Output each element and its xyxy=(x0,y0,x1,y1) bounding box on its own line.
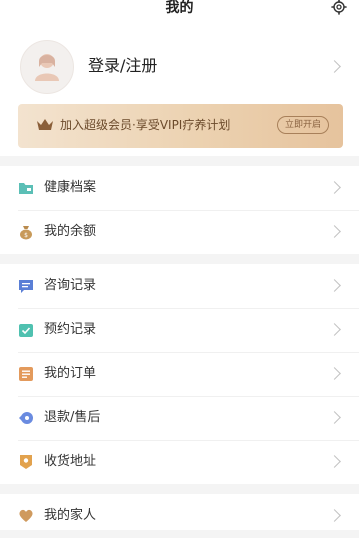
heart-icon xyxy=(19,509,33,522)
chevron-right-icon xyxy=(328,411,341,424)
chevron-right-icon xyxy=(328,509,341,522)
svg-text:$: $ xyxy=(24,232,28,239)
crown-icon xyxy=(37,119,53,130)
menu-group-records: 咨询记录 预约记录 我的订单 退款/售后 收货地址 xyxy=(0,264,359,484)
vip-banner[interactable]: 加入超级会员·享受VIPI疗养计划 立即开启 xyxy=(18,104,343,148)
menu-item-label: 预约记录 xyxy=(44,322,97,337)
chevron-right-icon xyxy=(328,367,341,380)
menu-item-label: 健康档案 xyxy=(44,180,97,195)
chat-icon xyxy=(19,280,33,293)
location-icon xyxy=(20,455,32,469)
chevron-right-icon xyxy=(328,181,341,194)
menu-item-consult-records[interactable]: 咨询记录 xyxy=(0,264,359,308)
vip-promo-text: 加入超级会员·享受VIPI疗养计划 xyxy=(60,118,231,132)
menu-group-family: 我的家人 xyxy=(0,494,359,530)
vip-open-button[interactable]: 立即开启 xyxy=(277,116,329,134)
top-bar: 我的 xyxy=(0,0,359,20)
page-title: 我的 xyxy=(165,0,194,16)
menu-item-shipping-address[interactable]: 收货地址 xyxy=(0,440,359,484)
menu-item-my-orders[interactable]: 我的订单 xyxy=(0,352,359,396)
menu-item-balance[interactable]: $ 我的余额 xyxy=(0,210,359,254)
menu-item-label: 咨询记录 xyxy=(44,278,97,293)
money-bag-icon: $ xyxy=(20,226,32,240)
menu-group-health: 健康档案 $ 我的余额 xyxy=(0,166,359,254)
avatar[interactable] xyxy=(20,40,74,94)
menu-item-label: 我的订单 xyxy=(44,366,97,381)
profile-section: 登录/注册 加入超级会员·享受VIPI疗养计划 立即开启 xyxy=(0,20,359,156)
menu-item-label: 退款/售后 xyxy=(44,410,101,425)
refund-icon xyxy=(19,412,33,424)
menu-item-health-records[interactable]: 健康档案 xyxy=(0,166,359,210)
chevron-right-icon xyxy=(328,279,341,292)
menu-item-my-family[interactable]: 我的家人 xyxy=(0,494,359,538)
user-avatar-icon xyxy=(35,54,59,81)
menu-item-appointment-records[interactable]: 预约记录 xyxy=(0,308,359,352)
login-register-link[interactable]: 登录/注册 xyxy=(88,56,157,76)
chevron-right-icon xyxy=(328,455,341,468)
gear-icon[interactable] xyxy=(331,0,347,15)
chevron-right-icon xyxy=(328,225,341,238)
menu-item-label: 收货地址 xyxy=(44,454,97,469)
menu-item-refund[interactable]: 退款/售后 xyxy=(0,396,359,440)
chevron-right-icon xyxy=(328,60,341,73)
check-calendar-icon xyxy=(19,324,33,337)
chevron-right-icon xyxy=(328,323,341,336)
menu-item-label: 我的余额 xyxy=(44,224,97,239)
order-list-icon xyxy=(19,367,33,381)
menu-item-label: 我的家人 xyxy=(44,508,97,523)
folder-icon xyxy=(19,183,33,194)
